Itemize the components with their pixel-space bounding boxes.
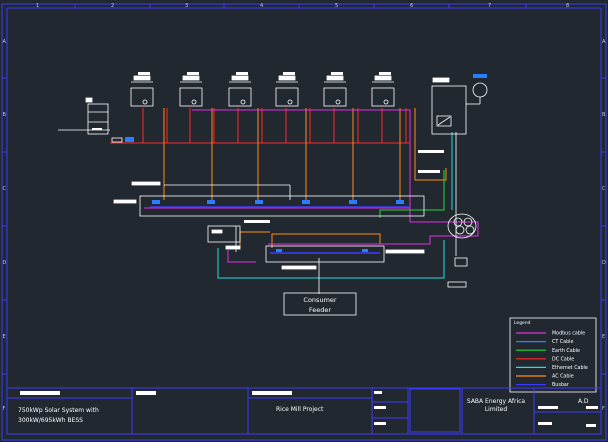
grid-col-label: 6 [410,3,413,9]
company-name-line2: Limited [485,406,508,413]
ethernet-cables [217,132,453,279]
utility-transformer [447,213,477,288]
legend-label: Modbus cable [552,331,585,337]
grid-row-label: F [3,406,6,412]
grid-col-label: 4 [260,3,263,9]
legend-title: Legend [514,320,531,326]
feeder-lines [58,129,457,294]
system-description-line1: 750kWp Solar System with [18,407,99,414]
data-logger [431,77,467,135]
inverter [323,75,347,107]
legend-label: CT Cable [552,339,573,345]
earth-cables [379,170,445,218]
single-line-diagram: 1 2 3 4 5 6 7 8 A B C D E F A B C D E F [1,3,607,441]
grid-col-label: 1 [36,3,39,9]
grid-row-label: C [602,186,606,192]
legend-label: Ethernet Cable [552,365,588,371]
grid-row-label: D [602,260,606,266]
inverter [275,75,299,107]
project-name: Rice Mill Project [276,406,324,413]
inverter [228,75,252,107]
grid-row-label: D [3,260,7,266]
grid-row-label: E [3,334,6,340]
ac-distribution-board [113,181,425,217]
drawing-frame [1,3,607,441]
legend-label: Earth Cable [552,348,580,354]
system-description-line2: 300kW/695kWh BESS [18,417,83,424]
dc-cables [110,108,410,144]
grid-row-label: B [3,112,7,118]
inverter [130,75,154,107]
inverter-row [130,75,395,107]
frame-ticks [2,4,606,375]
lower-distribution-board [265,245,425,270]
grid-col-label: 3 [185,3,188,9]
grid-row-label: B [602,112,606,118]
legend-label: DC Cable [552,356,574,362]
grid-col-label: 7 [488,3,491,9]
feeder-label-line1: Consumer [303,296,336,304]
grid-row-label: F [602,406,605,412]
ct-meter [466,74,488,105]
ac-cables [163,108,447,248]
battery-storage [85,97,134,143]
energy-meter [207,225,241,250]
company-name-line1: SABA Energy Africa [467,398,526,405]
grid-row-label: E [602,334,605,340]
grid-row-label: A [3,39,7,45]
grid-col-label: 2 [111,3,114,9]
legend-label: AC Cable [552,374,574,380]
breakers [152,200,404,204]
grid-col-label: 5 [335,3,338,9]
legend: Legend Modbus cable CT Cable Earth Cable DC… [509,317,597,393]
modbus-cables [144,109,479,263]
legend-label: Busbar [552,382,569,388]
drawn-by-initials: A.D [578,398,589,405]
grid-row-label: C [3,186,7,192]
inverter [179,75,203,107]
inverter [371,75,395,107]
feeder-label-line2: Feeder [309,306,332,314]
annotation-tags [92,72,444,223]
consumer-feeder: Consumer Feeder [283,292,357,316]
grid-row-label: A [602,39,606,45]
grid-col-label: 8 [566,3,569,9]
